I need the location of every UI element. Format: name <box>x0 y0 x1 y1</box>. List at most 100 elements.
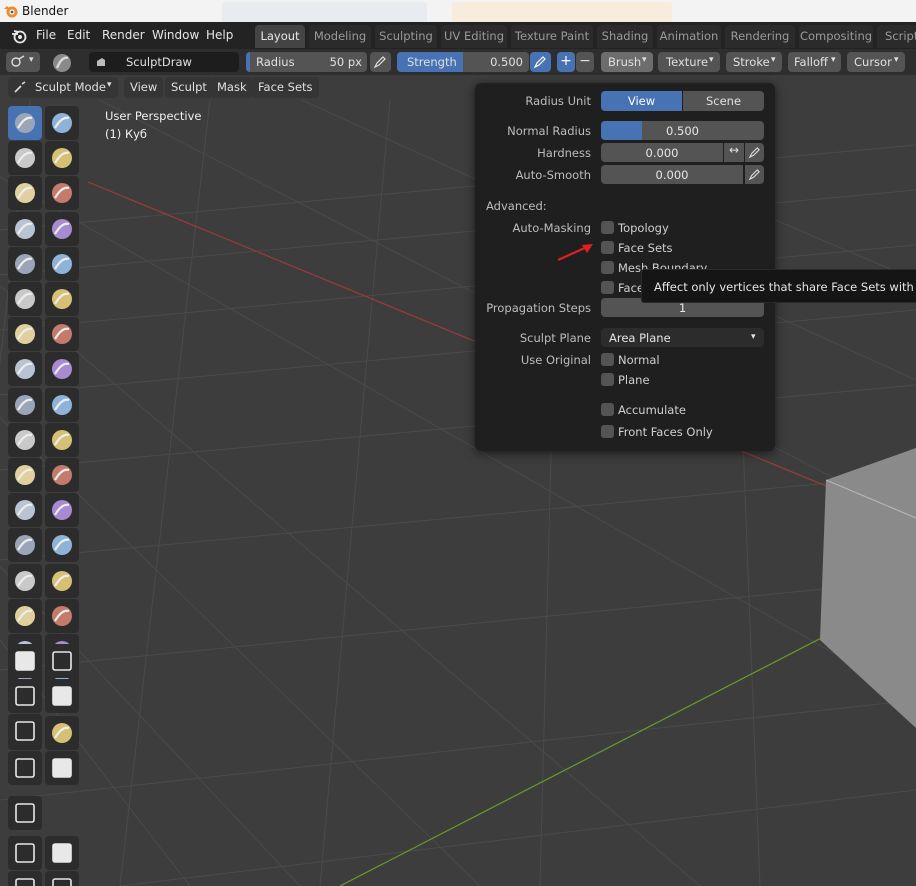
tool-mesh-filter[interactable] <box>45 716 79 751</box>
browser-tab-background[interactable] <box>222 2 427 22</box>
tab-compositing[interactable]: Compositing <box>799 25 873 48</box>
tool-mesh-filter[interactable] <box>8 751 42 785</box>
stroke-dropdown[interactable]: Stroke ▾ <box>726 52 782 72</box>
subtract-direction-button[interactable]: − <box>576 52 594 72</box>
strength-slider[interactable]: Strength 0.500 <box>397 52 529 72</box>
tool-slide-relax[interactable] <box>8 493 42 528</box>
tool-nudge[interactable] <box>8 458 42 492</box>
falloff-dropdown[interactable]: Falloff ▾ <box>788 52 841 72</box>
menu-help[interactable]: Help <box>206 28 233 42</box>
menu-edit[interactable]: Edit <box>67 28 90 42</box>
use-original-plane-checkbox[interactable] <box>601 373 614 386</box>
tool-draw-sharp[interactable] <box>45 106 79 140</box>
tool-lasso-mask[interactable] <box>45 598 79 633</box>
tool-transform-rotate[interactable] <box>45 836 79 870</box>
topology-checkbox[interactable] <box>601 221 614 234</box>
tab-texture-paint[interactable]: Texture Paint <box>511 25 593 48</box>
browser-tab-active-background[interactable] <box>452 2 672 22</box>
blender-logo-icon <box>4 6 18 18</box>
tool-pinch[interactable] <box>8 352 42 387</box>
tool-simplify[interactable] <box>45 528 79 563</box>
tool-box-mask[interactable] <box>8 644 42 678</box>
radius-pressure-toggle[interactable] <box>370 52 391 72</box>
brush-preview-icon[interactable] <box>51 52 73 74</box>
texture-dropdown[interactable]: Texture ▾ <box>658 52 720 72</box>
tool-box-trim[interactable] <box>45 679 79 713</box>
tab-rendering[interactable]: Rendering <box>725 25 795 48</box>
mode-selector[interactable]: Sculpt Mode ▾ <box>8 77 118 98</box>
menu-window[interactable]: Window <box>152 28 199 42</box>
tool-cloth[interactable] <box>8 528 42 563</box>
tool-clay[interactable] <box>8 141 42 176</box>
3d-viewport[interactable]: User Perspective (1) Куб <box>0 100 916 886</box>
tool-layer[interactable] <box>45 176 79 211</box>
tool-cloth-filter[interactable] <box>45 751 79 785</box>
add-direction-button[interactable]: + <box>557 52 575 72</box>
hardness-slider[interactable]: 0.000 <box>601 143 723 162</box>
tool-fill[interactable] <box>45 282 79 316</box>
normal-radius-slider[interactable]: 0.500 <box>601 121 764 140</box>
hardness-pressure-toggle[interactable] <box>745 143 764 162</box>
menu-render[interactable]: Render <box>102 28 145 42</box>
tool-transform-scale[interactable] <box>8 871 42 886</box>
menu-mask[interactable]: Mask <box>211 77 253 98</box>
tool-box-hide[interactable] <box>45 644 79 678</box>
strength-pressure-toggle[interactable] <box>530 52 551 72</box>
tool-snake-hook[interactable] <box>45 387 79 422</box>
radius-unit-view-option[interactable]: View <box>601 91 682 111</box>
tab-scripting[interactable]: Script <box>877 25 916 48</box>
tool-pose[interactable] <box>45 422 79 457</box>
face-sets-checkbox[interactable] <box>601 241 614 254</box>
auto-smooth-pressure-toggle[interactable] <box>745 165 764 184</box>
tool-rotate[interactable] <box>45 458 79 492</box>
menu-sculpt[interactable]: Sculpt <box>165 77 213 98</box>
mesh-boundary-checkbox[interactable] <box>601 261 614 274</box>
brush-name-field[interactable]: SculptDraw <box>89 52 239 72</box>
tool-smooth[interactable] <box>45 246 79 281</box>
tab-layout[interactable]: Layout <box>255 25 305 48</box>
tool-scrape[interactable] <box>8 317 42 352</box>
brush-dropdown[interactable]: Brush ▾ <box>601 52 653 72</box>
tool-line-project[interactable] <box>8 714 42 748</box>
tool-clay-thumb[interactable] <box>8 176 42 211</box>
tool-inflate[interactable] <box>8 211 42 246</box>
tool-mask[interactable] <box>8 563 42 598</box>
front-faces-only-checkbox[interactable] <box>601 425 614 438</box>
radius-slider[interactable]: Radius 50 px <box>246 52 367 72</box>
accumulate-checkbox[interactable] <box>601 403 614 416</box>
use-original-normal-checkbox[interactable] <box>601 353 614 366</box>
tool-draw[interactable] <box>8 106 42 140</box>
sculpt-plane-dropdown[interactable]: Area Plane ▾ <box>601 328 764 347</box>
tool-elastic-deform[interactable] <box>8 387 42 422</box>
face-sets-boundary-checkbox[interactable] <box>601 281 614 294</box>
tool-transform-move[interactable] <box>8 836 42 870</box>
tool-boundary[interactable] <box>45 493 79 528</box>
tool-clay-strips[interactable] <box>45 141 79 176</box>
menu-face-sets[interactable]: Face Sets <box>252 77 319 98</box>
tool-grab[interactable] <box>45 352 79 387</box>
tool-thumb[interactable] <box>8 422 42 457</box>
menu-view[interactable]: View <box>124 77 164 98</box>
invert-hardness-toggle[interactable]: ↔ <box>724 143 744 162</box>
tab-shading[interactable]: Shading <box>597 25 653 48</box>
tool-transform-all[interactable] <box>45 871 79 886</box>
tab-animation[interactable]: Animation <box>657 25 721 48</box>
tab-uv-editing[interactable]: UV Editing <box>441 25 507 48</box>
menu-file[interactable]: File <box>36 28 56 42</box>
tool-crease[interactable] <box>8 246 42 281</box>
tool-blob[interactable] <box>45 211 79 246</box>
tool-flatten[interactable] <box>8 282 42 316</box>
tool-edit-face-set[interactable] <box>8 796 42 830</box>
tool-multiplane-scrape[interactable] <box>45 317 79 352</box>
tool-selector[interactable]: ▾ <box>6 52 40 72</box>
radius-unit-scene-option[interactable]: Scene <box>683 91 764 111</box>
tool-box-face-set[interactable] <box>8 679 42 713</box>
tab-modeling[interactable]: Modeling <box>309 25 371 48</box>
auto-smooth-slider[interactable]: 0.000 <box>601 165 743 184</box>
cube-mesh[interactable] <box>820 448 916 728</box>
tool-box-mask[interactable] <box>8 598 42 633</box>
tab-sculpting[interactable]: Sculpting <box>375 25 437 48</box>
blender-menu-icon[interactable] <box>10 27 28 45</box>
cursor-dropdown[interactable]: Cursor ▾ <box>847 52 905 72</box>
tool-draw-face-sets[interactable] <box>45 563 79 598</box>
